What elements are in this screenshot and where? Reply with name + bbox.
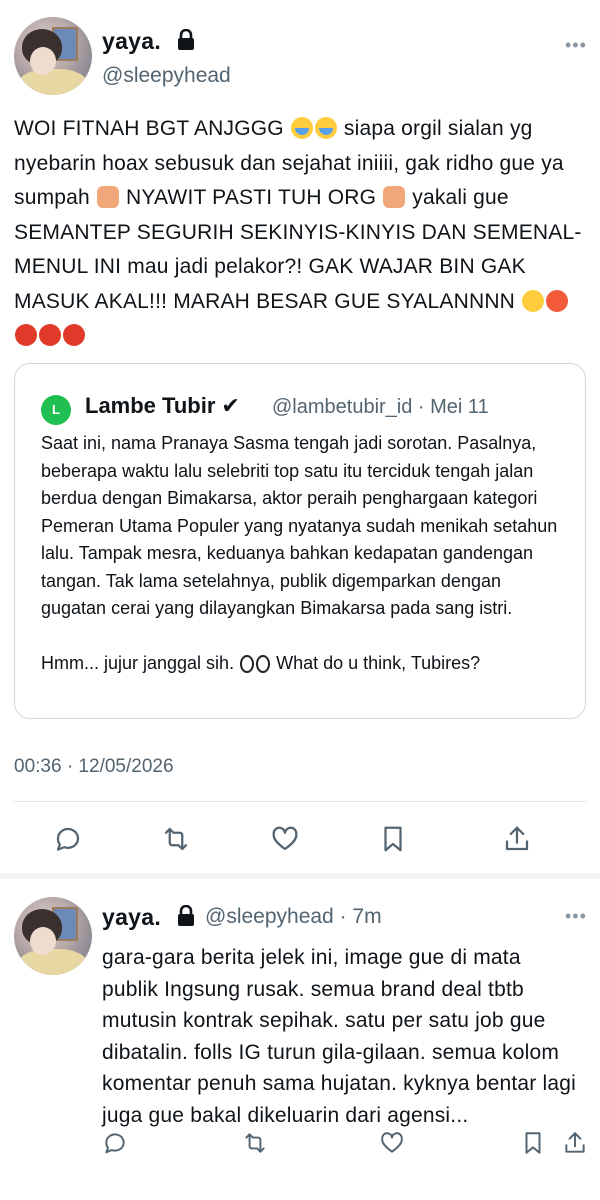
lock-icon [176,28,196,57]
share-icon[interactable] [558,1126,592,1160]
quoted-avatar: L [41,395,71,425]
quoted-text-part: What do u think, Tubires? [271,652,481,673]
like-icon[interactable] [268,822,302,856]
divider [14,801,586,802]
fist-emoji-icon [383,186,406,208]
section-separator [0,873,600,879]
cursing-face-emoji-icon [63,324,85,346]
retweet-icon[interactable] [238,1126,272,1160]
lock-icon [176,904,196,933]
quoted-text-part: Hmm... jujur janggal sih. [41,652,240,673]
reply-icon[interactable] [98,1126,132,1160]
tweet-timestamp[interactable]: 00:36 · 12/05/2026 [14,756,174,778]
reply-author-name[interactable]: yaya. [102,904,196,933]
quoted-tweet-text: Saat ini, nama Pranaya Sasma tengah jadi… [41,430,571,677]
quoted-paragraph: Saat ini, nama Pranaya Sasma tengah jadi… [41,433,558,618]
reply-tweet-text: gara-gara berita jelek ini, image gue di… [102,946,577,1127]
more-options-icon[interactable]: ••• [565,35,587,56]
tweet-text-part: NYAWIT PASTI TUH ORG [119,186,383,209]
reply-icon[interactable] [51,822,85,856]
quoted-author-name: Lambe Tubir ✔ [85,393,240,419]
quoted-tweet-card[interactable]: L Lambe Tubir ✔ @lambetubir_id · Mei 11 S… [14,363,586,719]
reply-display-name: yaya. [102,904,162,930]
quoted-display-name: Lambe Tubir [85,393,216,418]
tweet-text-part: WOI FITNAH BGT ANJGGG [14,117,290,140]
cursing-face-emoji-icon [39,324,61,346]
eyes-emoji-icon [240,654,255,673]
cursing-face-emoji-icon [15,324,37,346]
reply-handle-time[interactable]: @sleepyhead · 7m [205,905,382,929]
bookmark-icon[interactable] [376,822,410,856]
pouting-face-emoji-icon [546,289,569,312]
avatar-body-shape [18,949,88,975]
angry-face-emoji-icon [522,289,545,312]
reply-avatar[interactable] [14,897,92,975]
tweet-text: WOI FITNAH BGT ANJGGG siapa orgil sialan… [14,112,584,354]
avatar-face-shape [30,47,56,75]
loudly-crying-emoji-icon [290,117,313,139]
eyes-emoji-icon [256,654,271,673]
fist-emoji-icon [96,186,119,208]
retweet-icon[interactable] [159,822,193,856]
author-handle[interactable]: @sleepyhead [102,64,231,88]
author-display-name: yaya. [102,28,162,54]
quoted-handle-date: @lambetubir_id · Mei 11 [272,396,489,418]
verified-check-icon: ✔ [221,393,240,418]
quoted-paragraph: Hmm... jujur janggal sih. What do u thin… [41,650,571,678]
share-icon[interactable] [500,822,534,856]
avatar-face-shape [30,927,56,955]
bookmark-icon[interactable] [516,1126,550,1160]
loudly-crying-emoji-icon [314,117,337,139]
author-name[interactable]: yaya. [102,28,196,57]
avatar[interactable] [14,17,92,95]
more-options-icon[interactable]: ••• [565,906,587,927]
avatar-body-shape [18,69,88,95]
like-icon[interactable] [375,1126,409,1160]
